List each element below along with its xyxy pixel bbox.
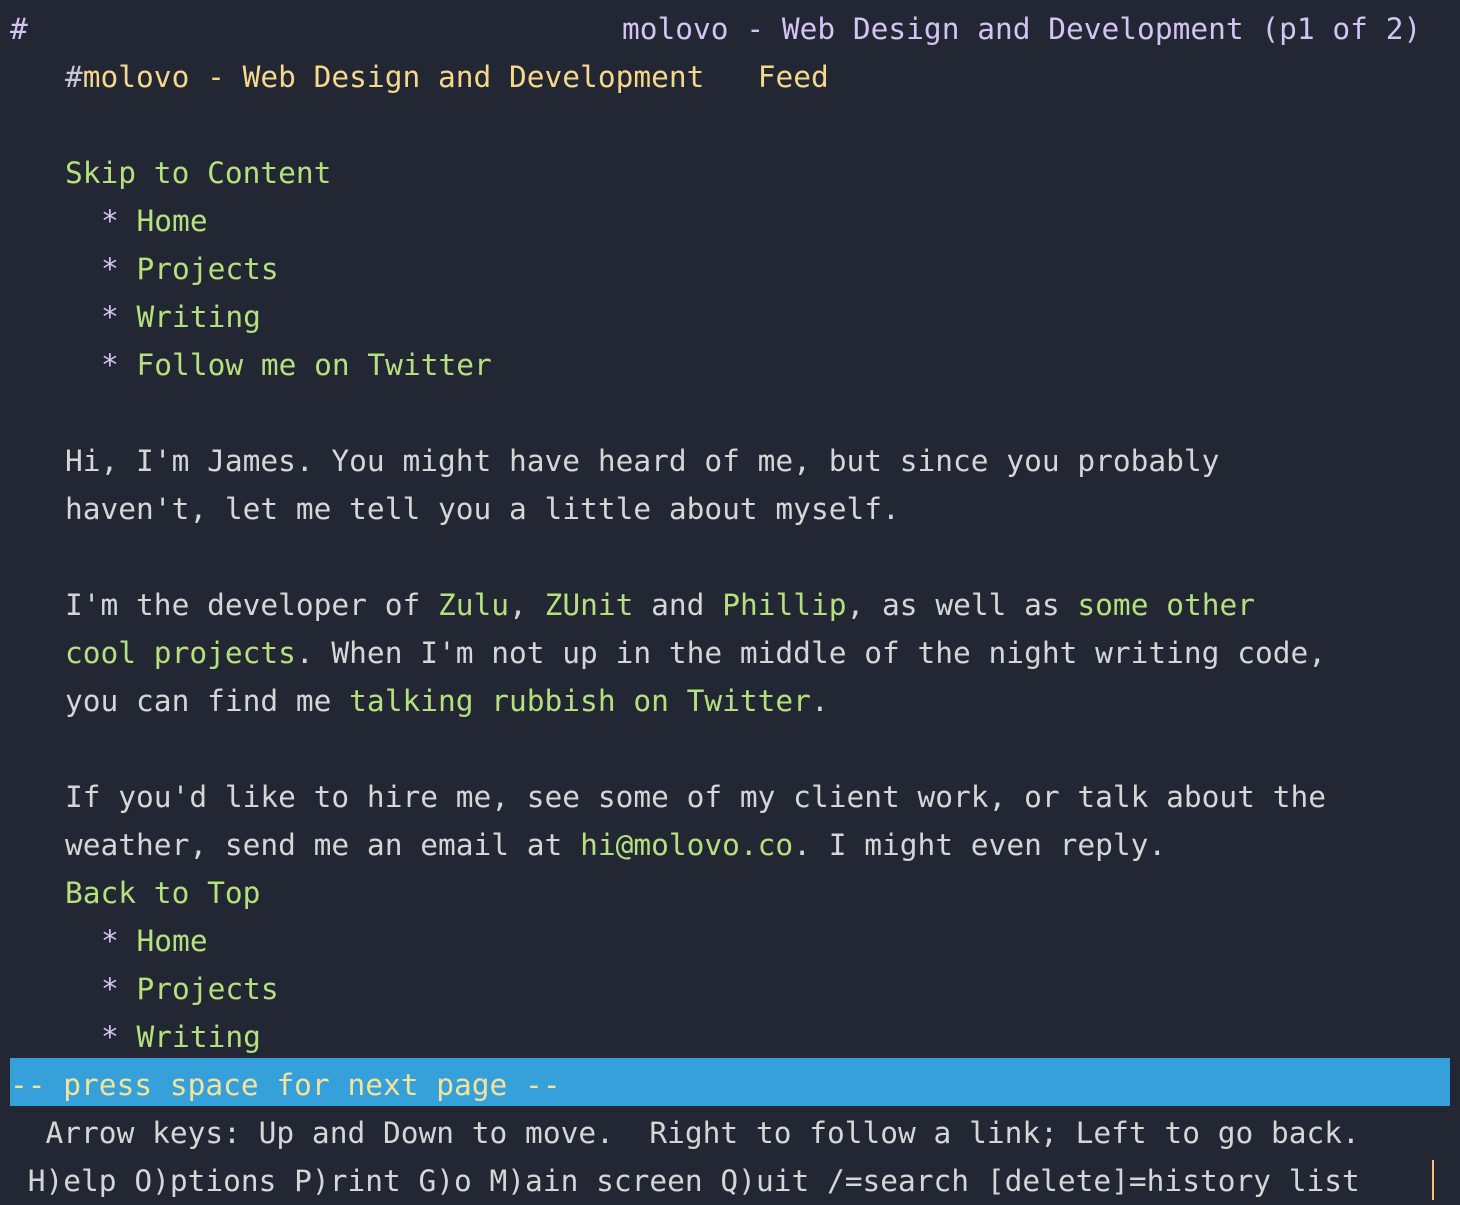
- nav-item-projects: * Projects: [101, 245, 279, 293]
- bullet-icon: *: [101, 924, 119, 958]
- para2-line-2: cool projects. When I'm not up in the mi…: [65, 629, 1326, 677]
- text: . When I'm not up in the middle of the n…: [295, 636, 1326, 670]
- para3-line-2: weather, send me an email at hi@molovo.c…: [65, 821, 1166, 869]
- title-marker: #: [10, 12, 28, 46]
- para2-line-3: you can find me talking rubbish on Twitt…: [65, 677, 829, 725]
- text: . I might even reply.: [793, 828, 1167, 862]
- nav-item-projects: * Projects: [101, 965, 279, 1013]
- email-link[interactable]: hi@molovo.co: [580, 828, 793, 862]
- nav-link-home[interactable]: Home: [137, 204, 208, 238]
- nav-item-twitter: * Follow me on Twitter: [101, 341, 492, 389]
- nav-item-writing: * Writing: [101, 1013, 261, 1061]
- other-projects-link[interactable]: some other: [1077, 588, 1255, 622]
- zulu-link[interactable]: Zulu: [438, 588, 509, 622]
- help-line-2: H)elp O)ptions P)rint G)o M)ain screen Q…: [10, 1164, 1360, 1198]
- nav-item-home: * Home: [101, 197, 208, 245]
- para2-line-1: I'm the developer of Zulu, ZUnit and Phi…: [65, 581, 1255, 629]
- bullet-icon: *: [101, 252, 119, 286]
- other-projects-link-cont[interactable]: cool projects: [65, 636, 296, 670]
- text: I'm the developer of: [65, 588, 438, 622]
- zunit-link[interactable]: ZUnit: [545, 588, 634, 622]
- help-line-1: Arrow keys: Up and Down to move. Right t…: [10, 1116, 1360, 1150]
- text-cursor: [1432, 1160, 1434, 1200]
- nav-item-writing: * Writing: [101, 293, 261, 341]
- nav-link-projects[interactable]: Projects: [137, 972, 279, 1006]
- twitter-link[interactable]: talking rubbish on Twitter: [349, 684, 811, 718]
- nav-link-writing[interactable]: Writing: [137, 300, 261, 334]
- phillip-link[interactable]: Phillip: [722, 588, 846, 622]
- feed-link[interactable]: Feed: [758, 60, 829, 94]
- bullet-icon: *: [101, 1020, 119, 1054]
- nav-link-projects[interactable]: Projects: [137, 252, 279, 286]
- site-header: #molovo - Web Design and Development Fee…: [65, 53, 829, 101]
- back-to-top-link[interactable]: Back to Top: [65, 869, 260, 917]
- window-title: molovo - Web Design and Development (p1 …: [622, 12, 1422, 46]
- intro-line-2: haven't, let me tell you a little about …: [65, 492, 900, 526]
- nav-link-home[interactable]: Home: [137, 924, 208, 958]
- text: ,: [509, 588, 545, 622]
- text: , as well as: [846, 588, 1078, 622]
- text: weather, send me an email at: [65, 828, 581, 862]
- bullet-icon: *: [101, 972, 119, 1006]
- intro-line-1: Hi, I'm James. You might have heard of m…: [65, 444, 1220, 478]
- bullet-icon: *: [101, 348, 119, 382]
- para3-line-1: If you'd like to hire me, see some of my…: [65, 780, 1326, 814]
- bullet-icon: *: [101, 204, 119, 238]
- text: you can find me: [65, 684, 350, 718]
- bullet-icon: *: [101, 300, 119, 334]
- nav-item-home: * Home: [101, 917, 208, 965]
- header-hash: #: [65, 60, 83, 94]
- nav-link-twitter[interactable]: Follow me on Twitter: [137, 348, 492, 382]
- site-name: molovo - Web Design and Development: [82, 60, 705, 94]
- text: .: [810, 684, 829, 718]
- next-page-prompt: -- press space for next page --: [10, 1068, 561, 1102]
- nav-link-writing[interactable]: Writing: [137, 1020, 261, 1054]
- skip-to-content-link[interactable]: Skip to Content: [65, 149, 331, 197]
- text: and: [633, 588, 723, 622]
